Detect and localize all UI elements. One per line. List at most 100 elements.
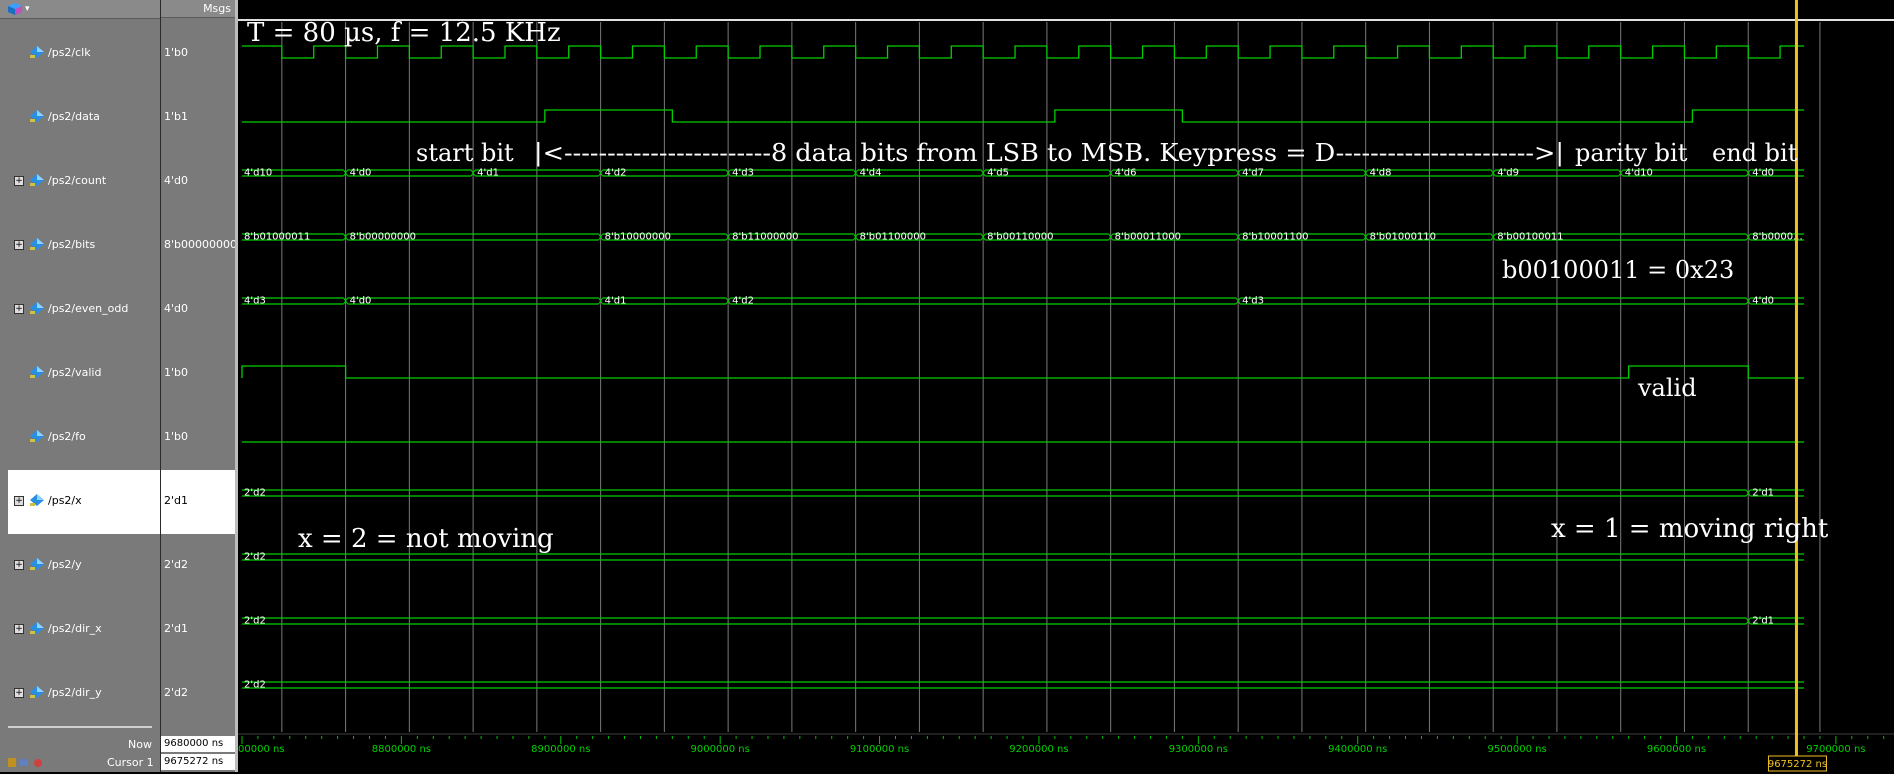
- signal-value-cell: 8'b00000000: [161, 214, 237, 278]
- bus-value-label: 4'd7: [1242, 168, 1264, 179]
- bus-value-label: 4'd9: [1497, 168, 1519, 179]
- signal-row[interactable]: + /ps2/x: [8, 470, 160, 534]
- cursor-layer[interactable]: 9675272 ns: [1768, 0, 1827, 772]
- bus-value-label: 4'd8: [1370, 168, 1392, 179]
- bus-value-label: 8'b00110000: [987, 232, 1053, 243]
- axis-label: 8900000 ns: [531, 744, 590, 755]
- now-label: Now: [128, 738, 152, 751]
- waveform-panel[interactable]: 4'd10 4'd0 4'd1 4'd2 4'd3 4'd4 4'd5 4'd6 4'd7 4'd…: [238, 0, 1894, 772]
- signal-value: 4'd0: [164, 174, 189, 187]
- axis-label: 9100000 ns: [850, 744, 909, 755]
- annotation-end-bit: end bit: [1712, 139, 1798, 167]
- signal-name: /ps2/y: [48, 558, 82, 571]
- signal-value: 4'd0: [164, 302, 189, 315]
- signal-row[interactable]: /ps2/clk: [8, 22, 160, 86]
- bus-value-label: 8'b00000000: [350, 232, 416, 243]
- signal-value-cell: 2'd2: [161, 662, 235, 726]
- bus-value-label: 2'd2: [244, 616, 266, 627]
- signal-value-cell: 1'b0: [161, 22, 235, 86]
- signal-row[interactable]: + /ps2/even_odd: [8, 278, 160, 342]
- signal-value-cell: 2'd1: [161, 598, 235, 662]
- expand-icon[interactable]: +: [14, 688, 24, 698]
- axis-label: 9400000 ns: [1328, 744, 1387, 755]
- annotations: T = 80 µs, f = 12.5 KHz start bit |<----…: [247, 18, 1829, 554]
- annotation-period: T = 80 µs, f = 12.5 KHz: [247, 18, 561, 48]
- annotation-x-moving-right: x = 1 = moving right: [1551, 514, 1829, 544]
- signal-row[interactable]: /ps2/fo: [8, 406, 160, 470]
- cursor-tools-icon: [8, 758, 42, 767]
- annotation-start-bit: start bit: [416, 139, 514, 167]
- annotation-parity-bit: parity bit: [1575, 139, 1688, 167]
- signal-value-cell: 2'd1: [161, 470, 235, 534]
- bus-value-label: 4'd5: [987, 168, 1009, 179]
- signal-row[interactable]: + /ps2/bits: [8, 214, 160, 278]
- signal-value-cell: 1'b0: [161, 342, 235, 406]
- bus-value-label: 2'd2: [244, 552, 266, 563]
- signal-name: /ps2/count: [48, 174, 107, 187]
- signal-name: /ps2/valid: [48, 366, 102, 379]
- expand-icon[interactable]: +: [14, 240, 24, 250]
- bus-value-label: 8'b11000000: [732, 232, 798, 243]
- bus-value-label: 8'b01000011: [244, 232, 310, 243]
- footer-icons: [8, 755, 58, 769]
- signal-row[interactable]: + /ps2/dir_y: [8, 662, 160, 726]
- signal-value-cell: 4'd0: [161, 278, 235, 342]
- axis-label: 00000 ns: [238, 744, 285, 755]
- bus-segment: [242, 489, 1747, 497]
- bus-value-label: 8'b00011000: [1115, 232, 1181, 243]
- signal-row[interactable]: /ps2/data: [8, 86, 160, 150]
- signal-row[interactable]: + /ps2/y: [8, 534, 160, 598]
- signal-name: /ps2/x: [48, 494, 82, 507]
- signal-value: 2'd2: [164, 558, 189, 571]
- axis-label: 9500000 ns: [1487, 744, 1546, 755]
- bus-value-label: 4'd3: [244, 296, 266, 307]
- signal-value: 1'b0: [164, 430, 189, 443]
- signal-value-cell: 4'd0: [161, 150, 235, 214]
- expand-icon[interactable]: +: [14, 176, 24, 186]
- expand-icon[interactable]: +: [14, 560, 24, 570]
- bus-value-label: 2'd2: [244, 488, 266, 499]
- axis-label: 9000000 ns: [691, 744, 750, 755]
- bus-value-label: 4'd10: [1625, 168, 1653, 179]
- bus-value-label: 4'd3: [1242, 296, 1264, 307]
- cursor-time-label: 9675272 ns: [1768, 759, 1827, 770]
- annotation-bits-value: b00100011 = 0x23: [1502, 256, 1734, 284]
- signal-value: 1'b0: [164, 366, 189, 379]
- time-axis: 00000 ns 8800000 ns 8900000 ns 9000000 ns 91…: [238, 733, 1894, 755]
- signal-wire-icon: [30, 494, 44, 506]
- bus-segment: [242, 617, 1747, 625]
- bus-value-label: 4'd0: [1752, 296, 1774, 307]
- bus-value-label: 8'b01000110: [1370, 232, 1436, 243]
- expand-icon[interactable]: +: [14, 624, 24, 634]
- bus-value-label: 4'd0: [1752, 168, 1774, 179]
- axis-label: 9700000 ns: [1806, 744, 1865, 755]
- signal-row[interactable]: + /ps2/dir_x: [8, 598, 160, 662]
- bus-value-label: 4'd4: [860, 168, 882, 179]
- bus-value-label: 8'b00100011: [1497, 232, 1563, 243]
- msgs-header: Msgs: [161, 0, 235, 18]
- bus-segment: [242, 553, 1804, 561]
- signal-row[interactable]: /ps2/valid: [8, 342, 160, 406]
- toolbar-cube-icon[interactable]: [8, 3, 22, 15]
- bus-value-label: 4'd0: [350, 168, 372, 179]
- grid: [281, 22, 1821, 732]
- bus-value-label: 8'b10001100: [1242, 232, 1308, 243]
- signal-wire-icon: [30, 430, 44, 442]
- bus-segment: [242, 681, 1804, 689]
- names-scrollbar[interactable]: [8, 726, 152, 728]
- dropdown-arrow-icon[interactable]: ▾: [25, 0, 30, 18]
- signal-name: /ps2/fo: [48, 430, 86, 443]
- signal-wire-icon: [30, 174, 44, 186]
- cursor-value[interactable]: 9675272 ns: [161, 754, 235, 770]
- bus-value-label: 2'd1: [1752, 488, 1774, 499]
- expand-icon[interactable]: +: [14, 496, 24, 506]
- signal-wire-icon: [30, 622, 44, 634]
- signal-value-cell: 2'd2: [161, 534, 235, 598]
- bus-value-label: 4'd2: [732, 296, 754, 307]
- signal-wire-icon: [30, 558, 44, 570]
- bus-value-label: 4'd3: [732, 168, 754, 179]
- signal-wire-icon: [30, 238, 44, 250]
- cursor-label: Cursor 1: [107, 756, 154, 769]
- signal-row[interactable]: + /ps2/count: [8, 150, 160, 214]
- expand-icon[interactable]: +: [14, 304, 24, 314]
